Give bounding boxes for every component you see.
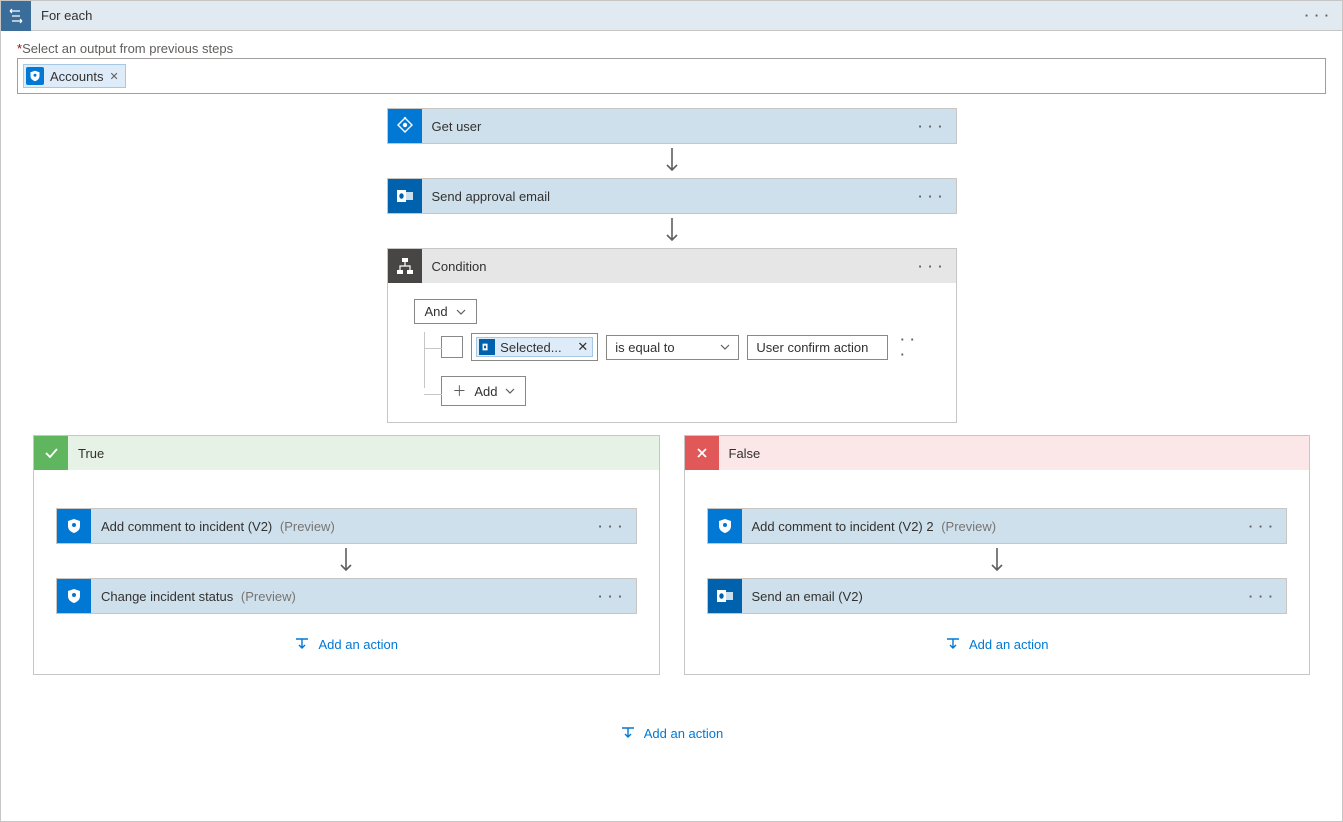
tree-line xyxy=(414,332,442,406)
close-icon xyxy=(685,436,719,470)
token-remove[interactable]: ✕ xyxy=(577,339,588,355)
insert-action-icon xyxy=(945,636,961,652)
operator-select[interactable]: is equal to xyxy=(606,335,739,360)
arrow-icon xyxy=(987,544,1007,578)
sentinel-icon xyxy=(708,509,742,543)
scope-body: *Select an output from previous steps Ac… xyxy=(1,31,1342,757)
step-menu[interactable]: · · · xyxy=(906,189,955,204)
branches: True Add comment to incident (V2) (Previ… xyxy=(33,435,1310,675)
scope-menu-button[interactable]: · · · xyxy=(1293,8,1342,23)
true-header: True xyxy=(34,436,659,470)
condition-value-input[interactable]: User confirm action xyxy=(747,335,888,360)
row-checkbox[interactable] xyxy=(441,336,463,358)
condition-label: Condition xyxy=(422,259,907,274)
chevron-down-icon xyxy=(456,307,466,317)
row-menu[interactable]: · · · xyxy=(896,332,929,362)
condition-body: And xyxy=(388,283,956,422)
sentinel-icon xyxy=(26,67,44,85)
token-label: Accounts xyxy=(50,69,103,84)
condition-row: Selected... ✕ is equal to User confirm a… xyxy=(441,332,929,362)
chevron-down-icon xyxy=(720,342,730,352)
step-menu[interactable]: · · · xyxy=(906,119,955,134)
condition-left-operand[interactable]: Selected... ✕ xyxy=(471,333,598,361)
step-label: Send approval email xyxy=(422,189,907,204)
arrow-icon xyxy=(662,214,682,248)
for-each-scope: For each · · · *Select an output from pr… xyxy=(0,0,1343,822)
outlook-icon xyxy=(388,179,422,213)
arrow-icon xyxy=(662,144,682,178)
step-menu[interactable]: · · · xyxy=(586,589,635,604)
check-icon xyxy=(34,436,68,470)
token-remove[interactable]: ✕ xyxy=(109,70,118,83)
insert-action-icon xyxy=(294,636,310,652)
step-add-comment-false[interactable]: Add comment to incident (V2) 2 (Preview)… xyxy=(707,508,1288,544)
scope-title: For each xyxy=(31,8,1293,23)
step-menu[interactable]: · · · xyxy=(586,519,635,534)
insert-action-icon xyxy=(620,725,636,741)
group-operator-select[interactable]: And xyxy=(414,299,477,324)
step-condition: Condition · · · And xyxy=(387,248,957,423)
condition-icon xyxy=(388,249,422,283)
step-get-user[interactable]: Get user · · · xyxy=(387,108,957,144)
flow-column: Get user · · · Send approval email · · · xyxy=(17,108,1326,423)
chevron-down-icon xyxy=(505,386,515,396)
scope-header[interactable]: For each · · · xyxy=(1,1,1342,31)
step-label: Get user xyxy=(422,119,907,134)
add-action-button[interactable]: Add an action xyxy=(945,636,1049,652)
step-send-approval[interactable]: Send approval email · · · xyxy=(387,178,957,214)
token-accounts[interactable]: Accounts ✕ xyxy=(23,64,126,88)
azuread-icon xyxy=(388,109,422,143)
sentinel-icon xyxy=(57,509,91,543)
input-label: *Select an output from previous steps xyxy=(17,41,1326,56)
foreach-input[interactable]: Accounts ✕ xyxy=(17,58,1326,94)
true-branch: True Add comment to incident (V2) (Previ… xyxy=(33,435,660,675)
foreach-icon xyxy=(1,1,31,31)
outlook-icon xyxy=(479,339,495,355)
plus-icon: ＋ xyxy=(452,381,466,401)
step-change-status[interactable]: Change incident status (Preview) · · · xyxy=(56,578,637,614)
condition-menu[interactable]: · · · xyxy=(906,259,955,274)
false-header: False xyxy=(685,436,1310,470)
condition-header[interactable]: Condition · · · xyxy=(388,249,956,283)
step-send-email[interactable]: Send an email (V2) · · · xyxy=(707,578,1288,614)
false-branch: False Add comment to incident (V2) 2 (Pr… xyxy=(684,435,1311,675)
step-menu[interactable]: · · · xyxy=(1237,589,1286,604)
outlook-icon xyxy=(708,579,742,613)
add-condition-button[interactable]: ＋ Add xyxy=(441,376,526,406)
step-menu[interactable]: · · · xyxy=(1237,519,1286,534)
add-action-button[interactable]: Add an action xyxy=(620,725,724,741)
step-add-comment-true[interactable]: Add comment to incident (V2) (Preview) ·… xyxy=(56,508,637,544)
sentinel-icon xyxy=(57,579,91,613)
add-action-button[interactable]: Add an action xyxy=(294,636,398,652)
arrow-icon xyxy=(336,544,356,578)
